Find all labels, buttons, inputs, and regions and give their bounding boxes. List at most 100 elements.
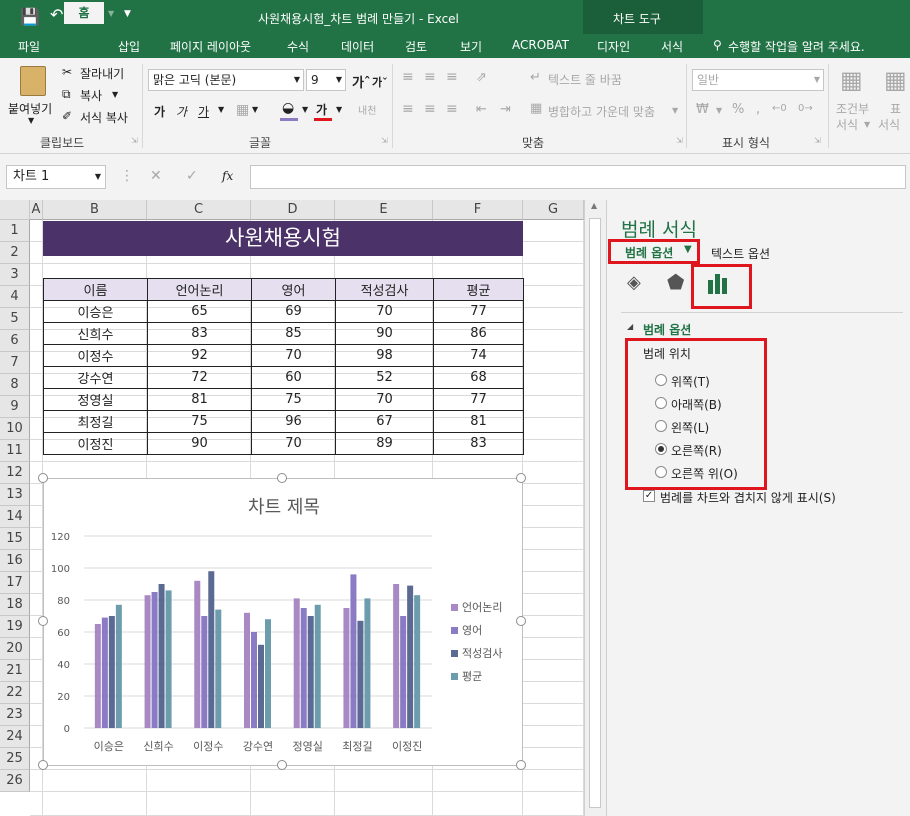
row-header-26[interactable]: 26: [0, 770, 30, 792]
resize-handle[interactable]: [38, 616, 48, 626]
bar-적성검사-신희수[interactable]: [158, 584, 165, 728]
font-color-icon[interactable]: 가: [316, 101, 327, 118]
format-table-icon[interactable]: ▦: [884, 66, 907, 94]
column-header-b[interactable]: B: [43, 200, 147, 220]
tab-acrobat[interactable]: ACROBAT: [512, 38, 569, 52]
y-tick-label[interactable]: 80: [57, 596, 70, 607]
bar-언어논리-이정진[interactable]: [393, 584, 400, 728]
bold-icon[interactable]: 가: [154, 103, 165, 120]
y-tick-label[interactable]: 120: [51, 532, 70, 543]
customize-qat-icon[interactable]: ▼: [124, 9, 131, 19]
column-header-c[interactable]: C: [147, 200, 251, 220]
table-cell[interactable]: 70: [335, 388, 434, 411]
decrease-decimal-icon[interactable]: 0→: [798, 103, 813, 114]
bar-언어논리-강수연[interactable]: [244, 612, 250, 728]
bar-적성검사-이승은[interactable]: [108, 616, 115, 728]
conditional-format-icon[interactable]: ▦: [840, 66, 863, 94]
border-dropdown-icon[interactable]: ▼: [252, 105, 258, 114]
row-header-23[interactable]: 23: [0, 704, 30, 726]
table-cell[interactable]: 이승은: [43, 300, 148, 323]
resize-handle[interactable]: [516, 473, 526, 483]
increase-decimal-icon[interactable]: ←0: [772, 103, 787, 114]
undo-icon[interactable]: ↶: [50, 5, 63, 24]
save-icon[interactable]: 💾: [20, 7, 40, 26]
copy-button[interactable]: 복사: [80, 87, 102, 104]
conditional-format-label-2[interactable]: 서식: [836, 116, 858, 133]
row-header-17[interactable]: 17: [0, 572, 30, 594]
underline-icon[interactable]: 가: [198, 103, 209, 120]
table-cell[interactable]: 81: [147, 388, 252, 411]
resize-handle[interactable]: [516, 760, 526, 770]
row-header-20[interactable]: 20: [0, 638, 30, 660]
percent-icon[interactable]: %: [732, 102, 744, 117]
increase-indent-icon[interactable]: ⇥: [500, 102, 511, 117]
bar-적성검사-이정수[interactable]: [208, 571, 215, 728]
table-cell[interactable]: 75: [251, 388, 336, 411]
tab-view[interactable]: 보기: [460, 38, 482, 55]
legend-entry[interactable]: 적성검사: [462, 647, 502, 660]
font-color-dropdown-icon[interactable]: ▼: [336, 105, 342, 114]
row-header-22[interactable]: 22: [0, 682, 30, 704]
paste-dropdown-icon[interactable]: ▼: [28, 116, 34, 125]
bar-영어-이정수[interactable]: [201, 616, 208, 728]
chart[interactable]: 차트 제목 0 20 40 60 80 100 120 이승은 신희수 이정수 강수연 정영실 최정길 이정…: [43, 478, 523, 766]
align-right-icon[interactable]: ≡: [446, 101, 458, 117]
section-legend-options[interactable]: 범례 옵션: [643, 321, 691, 338]
alignment-launcher-icon[interactable]: ⇲: [676, 136, 683, 145]
tab-formulas[interactable]: 수식: [287, 38, 309, 55]
x-tick-label[interactable]: 이정수: [193, 740, 223, 753]
table-cell[interactable]: 70: [251, 344, 336, 367]
effects-icon[interactable]: ⬟: [667, 270, 684, 294]
table-cell[interactable]: 67: [335, 410, 434, 433]
bar-언어논리-최정길[interactable]: [343, 608, 350, 728]
cut-icon[interactable]: ✂: [62, 65, 72, 79]
row-header-25[interactable]: 25: [0, 748, 30, 770]
row-header-16[interactable]: 16: [0, 550, 30, 572]
tab-page-layout[interactable]: 페이지 레이아웃: [170, 38, 251, 55]
table-cell[interactable]: 81: [433, 410, 524, 433]
table-cell[interactable]: 85: [251, 322, 336, 345]
merge-dropdown-icon[interactable]: ▼: [672, 106, 678, 115]
format-table-label-2[interactable]: 서식: [878, 116, 900, 133]
bar-평균-이승은[interactable]: [115, 604, 122, 728]
font-launcher-icon[interactable]: ⇲: [381, 136, 388, 145]
bar-영어-정영실[interactable]: [300, 608, 307, 728]
vertical-scrollbar[interactable]: ▲: [584, 200, 606, 816]
overlap-checkbox[interactable]: ✓: [643, 490, 655, 502]
table-cell[interactable]: 86: [433, 322, 524, 345]
format-painter-button[interactable]: 서식 복사: [80, 109, 128, 126]
table-cell[interactable]: 69: [251, 300, 336, 323]
copy-icon[interactable]: ⧉: [62, 87, 71, 102]
table-cell[interactable]: 92: [147, 344, 252, 367]
row-header-24[interactable]: 24: [0, 726, 30, 748]
align-top-icon[interactable]: ≡: [402, 69, 414, 85]
bar-영어-강수연[interactable]: [251, 632, 257, 728]
row-header-13[interactable]: 13: [0, 484, 30, 506]
y-tick-label[interactable]: 0: [64, 724, 70, 735]
x-tick-label[interactable]: 강수연: [243, 740, 273, 753]
table-cell[interactable]: 65: [147, 300, 252, 323]
banner-title[interactable]: 사원채용시험: [43, 221, 523, 256]
row-header-9[interactable]: 9: [0, 396, 30, 418]
bar-평균-이정수[interactable]: [215, 609, 222, 728]
bar-평균-정영실[interactable]: [314, 604, 321, 728]
bar-적성검사-최정길[interactable]: [357, 620, 364, 728]
row-header-8[interactable]: 8: [0, 374, 30, 396]
align-middle-icon[interactable]: ≡: [424, 69, 436, 85]
table-cell[interactable]: 신희수: [43, 322, 148, 345]
table-cell[interactable]: 이정수: [43, 344, 148, 367]
fill-color-icon[interactable]: ◒: [282, 100, 294, 116]
row-header-6[interactable]: 6: [0, 330, 30, 352]
copy-dropdown-icon[interactable]: ▼: [112, 90, 118, 99]
select-all-corner[interactable]: [0, 200, 30, 220]
font-name-combo[interactable]: 맑은 고딕 (본문) ▼: [148, 69, 304, 91]
enter-icon[interactable]: ✓: [186, 168, 198, 184]
bar-언어논리-이정수[interactable]: [194, 580, 201, 728]
legend-swatch-영어[interactable]: [451, 627, 458, 634]
bar-영어-최정길[interactable]: [350, 574, 357, 728]
number-format-combo[interactable]: 일반 ▼: [692, 69, 824, 91]
comma-icon[interactable]: ,: [756, 102, 760, 117]
align-bottom-icon[interactable]: ≡: [446, 69, 458, 85]
row-header-7[interactable]: 7: [0, 352, 30, 374]
collapse-icon[interactable]: ◢: [627, 322, 633, 331]
